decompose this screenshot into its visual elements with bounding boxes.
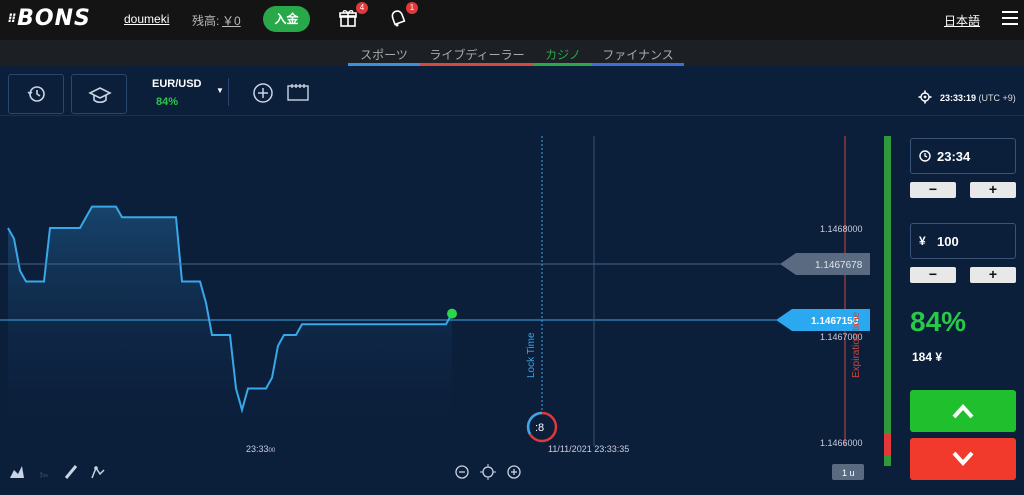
clock-time: 23:33:19 (940, 93, 977, 103)
countdown-text: :8 (535, 422, 544, 434)
investment-minus-button[interactable]: − (910, 267, 956, 283)
sentiment-bar-up (884, 136, 891, 466)
time-tick-seconds: 00 (269, 448, 276, 454)
price-tick-3: 1.1466000 (820, 438, 863, 448)
balance-value[interactable]: ￥0 (222, 12, 241, 29)
zoom-out-icon[interactable] (455, 465, 469, 479)
clock-timezone: (UTC +9) (978, 93, 1016, 103)
clock-icon (919, 150, 931, 162)
tab-finance[interactable]: ファイナンス (592, 46, 684, 66)
chart-type-icon[interactable] (287, 83, 309, 103)
prev-price-tag-text: 1.1467678 (815, 260, 863, 271)
current-price-point (447, 308, 457, 319)
time-tick: 23:3300 (246, 444, 276, 454)
server-clock: 23:33:19 (UTC +9) (940, 93, 1016, 103)
tab-casino[interactable]: カジノ (534, 46, 592, 66)
arrow-up-icon (952, 404, 974, 419)
sentiment-bar-down (884, 434, 891, 456)
tab-live-dealer-label: ライブディーラー (429, 48, 525, 62)
gift-badge: 4 (356, 2, 368, 14)
tab-live-dealer[interactable]: ライブディーラー (420, 46, 534, 66)
asset-payout: 84% (156, 96, 179, 108)
trade-panel: 23:34 − + ¥ 100 − + 84% 184 ¥ (900, 116, 1024, 490)
logo-dots-icon: ⁝⁝ (8, 11, 16, 25)
tab-sports[interactable]: スポーツ (348, 46, 420, 66)
payout-percent: 84% (910, 306, 967, 337)
top-bar: ⁝⁝BONS doumeki 残高: ￥0 入金 4 1 日本語 (0, 0, 1024, 40)
deposit-button[interactable]: 入金 (263, 6, 310, 32)
gear-icon[interactable] (918, 90, 932, 104)
expiration-label: Expiration time (851, 311, 862, 378)
tutorial-button[interactable] (71, 74, 127, 114)
indicator-icon[interactable]: f∞ (40, 471, 48, 480)
time-tick-main: 23:33 (246, 444, 269, 454)
language-selector[interactable]: 日本語 (944, 12, 980, 29)
username-link[interactable]: doumeki (124, 12, 169, 26)
investment-value: 100 (937, 234, 959, 249)
menu-icon[interactable] (1002, 11, 1018, 25)
balance-label: 残高: (192, 14, 220, 28)
zoom-in-icon[interactable] (507, 465, 521, 479)
chart-canvas[interactable]: 1.1468000 1.1467000 1.1466000 1.1467678 … (0, 116, 900, 490)
price-tick-1: 1.1468000 (820, 224, 863, 234)
ruler-icon[interactable] (64, 465, 78, 479)
call-button[interactable] (910, 390, 1016, 432)
arrow-down-icon (952, 451, 974, 466)
bell-icon (391, 10, 406, 27)
interval-button-label: 1 u (842, 468, 855, 478)
put-button[interactable] (910, 438, 1016, 480)
tab-finance-label: ファイナンス (602, 48, 674, 62)
gift-icon (339, 10, 357, 27)
graduation-cap-icon (88, 87, 112, 104)
add-chart-icon[interactable] (252, 82, 274, 104)
lock-time-label: Lock Time (526, 332, 537, 378)
history-button[interactable] (8, 74, 64, 114)
price-area (7, 205, 457, 442)
crosshair-time: 11/11/2021 23:33:35 (548, 444, 629, 454)
area-chart-icon[interactable] (10, 466, 24, 478)
section-nav: スポーツ ライブディーラー カジノ ファイナンス (0, 40, 1024, 66)
chart-toolbar: EUR/USD 84% ▼ 23:33:19 (UTC +9) (0, 66, 1024, 116)
expiry-minus-button[interactable]: − (910, 182, 956, 198)
investment-plus-button[interactable]: + (970, 267, 1016, 283)
currency-icon: ¥ (919, 234, 926, 248)
price-chart[interactable]: 1.1468000 1.1467000 1.1466000 1.1467678 … (0, 116, 900, 490)
notifications-button[interactable]: 1 (388, 2, 418, 30)
logo[interactable]: ⁝⁝BONS (8, 6, 91, 31)
history-icon (27, 86, 45, 102)
notifications-badge: 1 (406, 2, 418, 14)
crosshair-icon[interactable] (480, 464, 496, 480)
chevron-down-icon[interactable]: ▼ (216, 86, 224, 95)
payout-amount: 184 ¥ (912, 350, 943, 364)
expiry-plus-button[interactable]: + (970, 182, 1016, 198)
gift-button[interactable]: 4 (338, 2, 368, 30)
toolbar-divider (228, 78, 229, 106)
expiry-time-field[interactable]: 23:34 (910, 138, 1016, 174)
logo-text: BONS (17, 6, 91, 31)
drawing-tools-icon[interactable] (91, 466, 105, 479)
investment-field[interactable]: ¥ 100 (910, 223, 1016, 259)
tab-sports-label: スポーツ (360, 48, 408, 62)
expiry-time-value: 23:34 (937, 149, 971, 164)
asset-name[interactable]: EUR/USD (152, 78, 202, 90)
tab-casino-label: カジノ (545, 48, 581, 62)
